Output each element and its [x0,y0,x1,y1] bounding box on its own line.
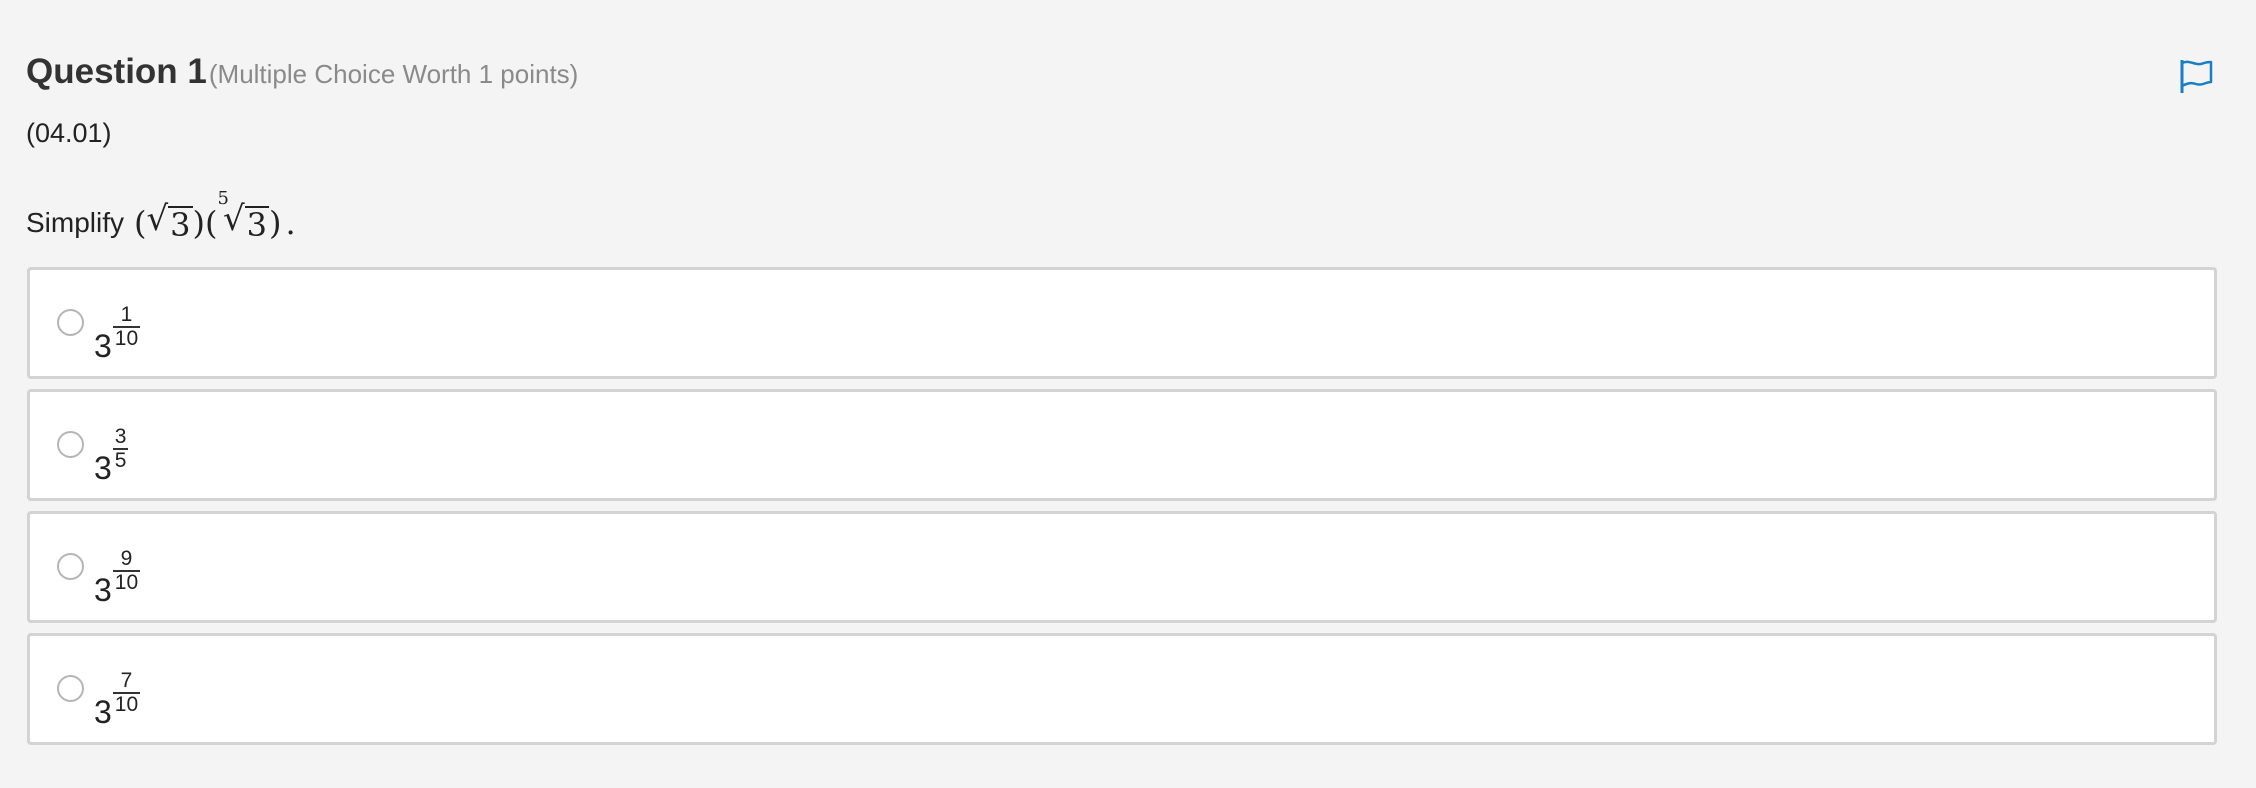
answer-expression: 3 7 10 [94,656,141,730]
math-expression: ( √ 3 ) ( 5 √ 3 ) . [134,188,296,245]
radical-symbol: √ [146,199,169,240]
answer-base: 3 [94,694,112,730]
root-index: 5 [217,188,229,210]
answer-option[interactable]: 3 1 10 [27,267,2217,379]
open-paren: ( [205,204,218,242]
question-header: Question 1 (Multiple Choice Worth 1 poin… [26,52,578,92]
radio-button[interactable] [57,675,84,702]
exponent-fraction: 7 10 [112,668,141,716]
flag-icon[interactable] [2176,56,2216,96]
radicand: 3 [168,206,193,245]
close-paren: ) [192,204,206,242]
answer-expression: 3 9 10 [94,534,141,608]
exponent-fraction: 3 5 [112,424,129,472]
exponent-fraction: 9 10 [112,546,141,594]
answer-base: 3 [94,450,112,486]
exponent-denominator: 10 [112,569,141,594]
exponent-numerator: 9 [120,546,133,570]
radio-button[interactable] [57,309,84,336]
answer-option[interactable]: 3 7 10 [27,633,2217,745]
exponent-numerator: 1 [120,302,133,326]
answer-base: 3 [94,572,112,608]
exponent-numerator: 3 [114,424,127,448]
answer-expression: 3 1 10 [94,290,141,364]
prompt-text: Simplify [26,207,125,238]
open-paren: ( [134,204,147,242]
answer-options: 3 1 10 3 3 5 3 9 10 3 7 10 [27,267,2217,755]
square-root: √ 3 [147,202,193,243]
radio-button[interactable] [57,553,84,580]
answer-base: 3 [94,328,112,364]
close-paren: ) [268,204,282,242]
exponent-fraction: 1 10 [112,302,141,350]
radio-button[interactable] [57,431,84,458]
question-code: (04.01) [26,118,112,148]
period: . [285,204,296,242]
exponent-numerator: 7 [120,668,133,692]
answer-option[interactable]: 3 9 10 [27,511,2217,623]
exponent-denominator: 10 [112,325,141,350]
answer-option[interactable]: 3 3 5 [27,389,2217,501]
exponent-denominator: 5 [112,447,129,472]
question-prompt: Simplify ( √ 3 ) ( 5 √ 3 ) . [26,188,296,248]
question-title: Question 1 [26,52,207,91]
question-meta: (Multiple Choice Worth 1 points) [208,59,579,89]
answer-expression: 3 3 5 [94,412,129,486]
exponent-denominator: 10 [112,691,141,716]
radicand: 3 [244,206,269,245]
fifth-root: 5 √ 3 [218,188,269,245]
